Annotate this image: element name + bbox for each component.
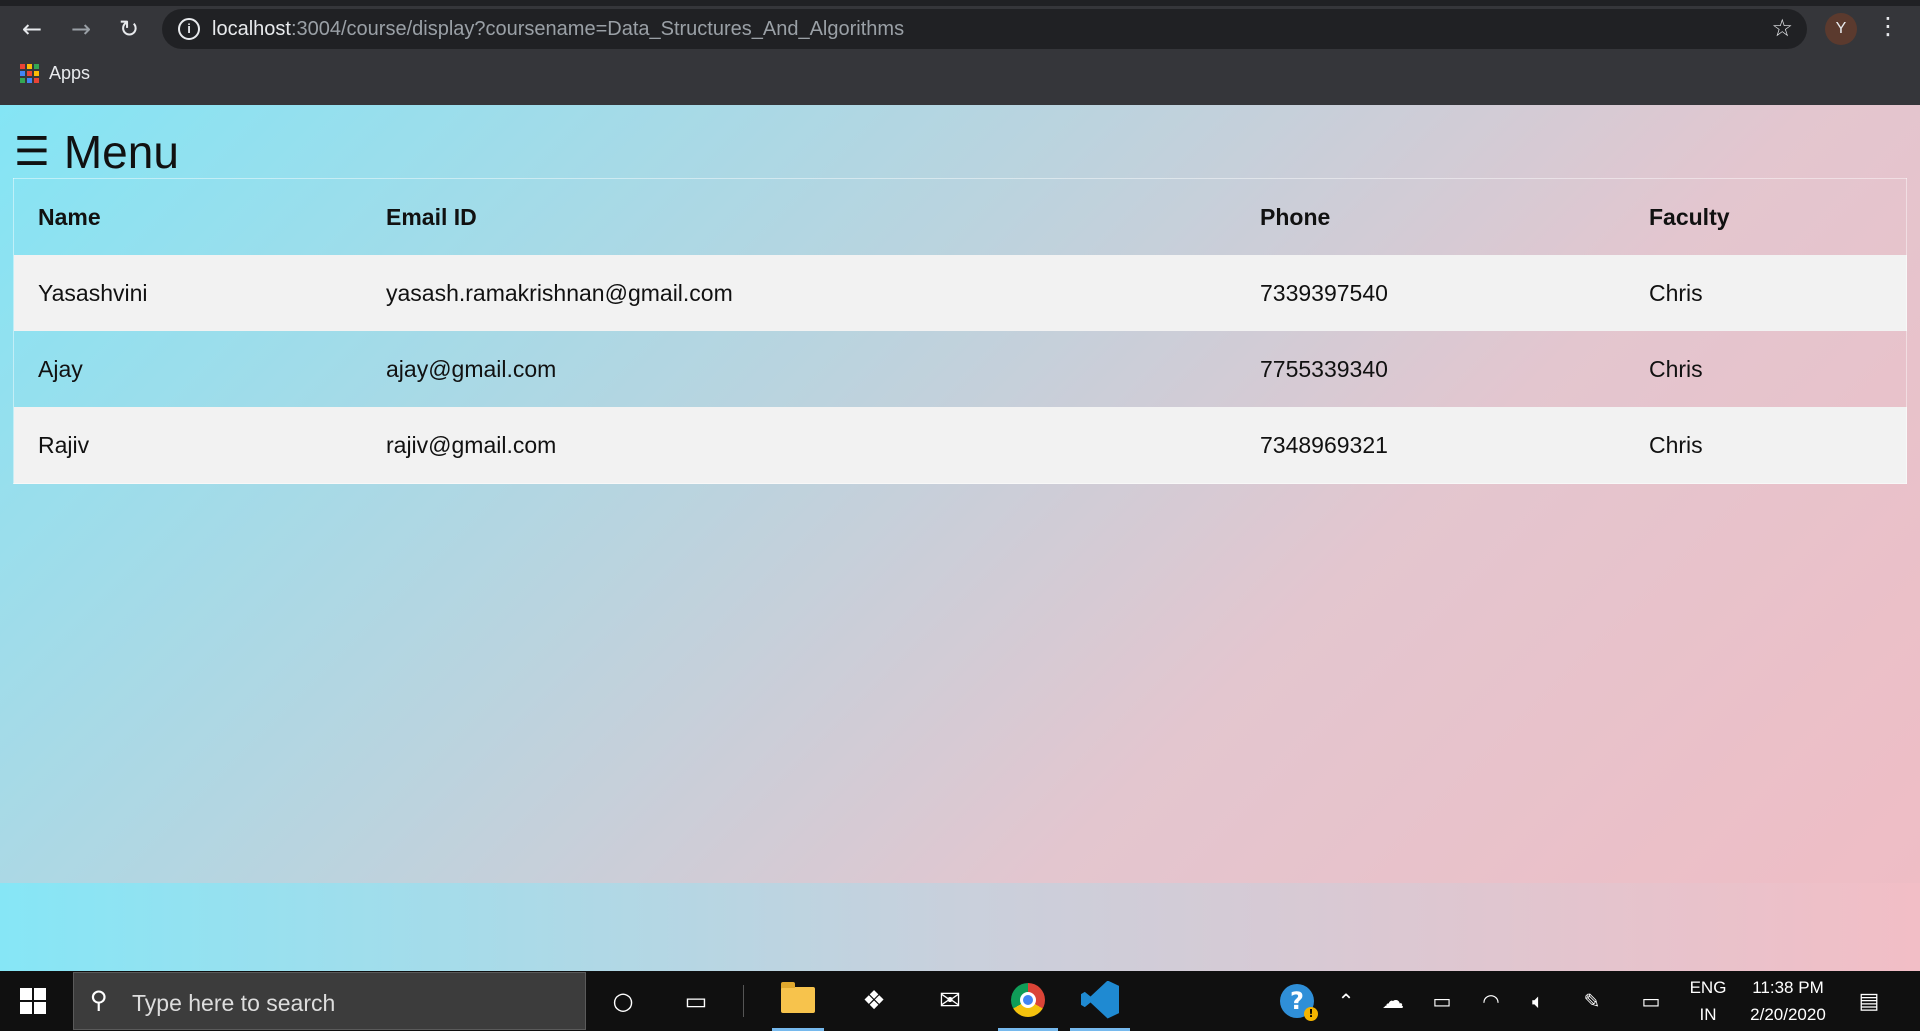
cell-email: rajiv@gmail.com [362, 407, 1236, 484]
apps-grid-dot [27, 71, 32, 76]
info-icon[interactable]: i [178, 18, 200, 40]
wifi-icon[interactable]: ◠ [1465, 971, 1517, 1031]
cortana-icon[interactable]: ○ [597, 971, 649, 1031]
apps-grid-dot [34, 71, 39, 76]
apps-bookmark[interactable]: Apps [49, 63, 90, 84]
table-row: Ajay ajay@gmail.com 7755339340 Chris [14, 331, 1907, 407]
reload-icon[interactable]: ↻ [112, 12, 146, 46]
cell-email: yasash.ramakrishnan@gmail.com [362, 255, 1236, 331]
onedrive-icon[interactable]: ☁ [1367, 971, 1419, 1031]
page-content: ☰ Menu Name Email ID Phone Faculty Yasas… [0, 105, 1920, 971]
page-background-lower [0, 883, 1920, 971]
menu-label[interactable]: Menu [64, 125, 179, 179]
clock-date: 2/20/2020 [1750, 1005, 1826, 1024]
cell-faculty: Chris [1625, 255, 1907, 331]
apps-grid-dot [27, 64, 32, 69]
url-path: :3004/course/display?coursename=Data_Str… [290, 18, 905, 40]
apps-grid-dot [20, 78, 25, 83]
cell-name: Ajay [38, 355, 83, 382]
address-bar[interactable]: i localhost:3004/course/display?coursena… [162, 9, 1807, 49]
help-icon[interactable]: ? [1271, 971, 1323, 1031]
header-name: Name [38, 203, 101, 230]
cell-faculty: Chris [1625, 407, 1907, 484]
cell-name: Yasashvini [13, 255, 362, 331]
action-center-icon[interactable]: ▤ [1843, 971, 1895, 1031]
dropbox-icon[interactable]: ❖ [848, 971, 900, 1031]
forward-arrow-icon[interactable]: → [64, 12, 98, 46]
mail-icon[interactable]: ✉ [924, 971, 976, 1031]
windows-start-icon[interactable] [20, 988, 46, 1014]
students-table: Name Email ID Phone Faculty Yasashvini y… [13, 178, 1907, 484]
search-icon: ⚲ [90, 986, 108, 1014]
tab-strip [0, 0, 1920, 6]
profile-avatar[interactable]: Y [1825, 13, 1857, 45]
back-arrow-icon[interactable]: ← [15, 12, 49, 46]
task-view-icon[interactable]: ▭ [670, 971, 722, 1031]
table-row: Rajiv rajiv@gmail.com 7348969321 Chris [13, 407, 1907, 484]
hamburger-icon[interactable]: ☰ [14, 132, 50, 172]
bookmarks-bar: Apps [20, 63, 90, 84]
header-email: Email ID [386, 203, 477, 230]
cell-faculty: Chris [1649, 355, 1703, 382]
clock-time: 11:38 PM [1752, 978, 1824, 997]
windows-taskbar: ⚲ Type here to search ○ ▭ ❖ ✉ ? ⌃ ☁ ▭ ◠ … [0, 971, 1920, 1031]
table-header-row: Name Email ID Phone Faculty [14, 179, 1907, 256]
vscode-icon[interactable] [1070, 971, 1130, 1031]
cell-phone: 7348969321 [1236, 407, 1625, 484]
chevron-up-icon[interactable]: ⌃ [1320, 971, 1372, 1031]
language-code: ENG [1689, 978, 1727, 997]
pen-icon[interactable]: ✎ [1566, 971, 1618, 1031]
language-indicator[interactable]: ENG IN [1682, 974, 1734, 1028]
url-text[interactable]: localhost:3004/course/display?coursename… [212, 18, 904, 41]
apps-grid-dot [20, 64, 25, 69]
cell-name: Rajiv [13, 407, 362, 484]
browser-chrome: ← → ↻ i localhost:3004/course/display?co… [0, 0, 1920, 105]
taskbar-search[interactable]: ⚲ Type here to search [73, 972, 586, 1030]
url-host: localhost [212, 18, 291, 40]
apps-grid-dot [34, 64, 39, 69]
volume-icon[interactable]: 🔈︎ [1512, 971, 1564, 1031]
header-phone: Phone [1260, 203, 1331, 230]
table-row: Yasashvini yasash.ramakrishnan@gmail.com… [13, 255, 1907, 331]
taskbar-separator [743, 985, 744, 1017]
header-faculty: Faculty [1649, 203, 1730, 230]
apps-grid-dot [20, 71, 25, 76]
kebab-menu-icon[interactable]: ⋮ [1876, 12, 1900, 40]
star-icon[interactable]: ☆ [1771, 14, 1793, 42]
cell-phone: 7339397540 [1236, 255, 1625, 331]
apps-grid-dot [34, 78, 39, 83]
battery-icon[interactable]: ▭ [1416, 971, 1468, 1031]
menu-button[interactable]: ☰ Menu [14, 125, 179, 179]
tablet-icon[interactable]: ▭ [1625, 971, 1677, 1031]
search-placeholder: Type here to search [132, 990, 336, 1016]
region-code: IN [1699, 1005, 1717, 1024]
chrome-icon[interactable] [998, 971, 1058, 1031]
apps-grid-dot [27, 78, 32, 83]
clock[interactable]: 11:38 PM 2/20/2020 [1740, 974, 1836, 1028]
apps-grid-icon[interactable] [20, 64, 39, 83]
cell-email: ajay@gmail.com [386, 355, 557, 382]
cell-phone: 7755339340 [1260, 355, 1388, 382]
file-explorer-icon[interactable] [772, 971, 824, 1031]
